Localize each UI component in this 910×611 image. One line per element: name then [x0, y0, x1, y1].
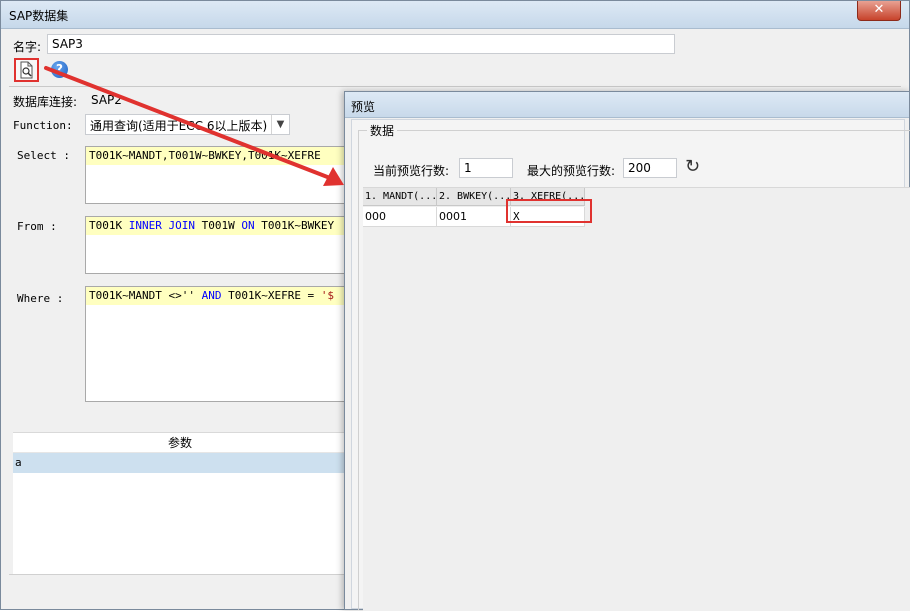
- function-label: Function:: [13, 119, 73, 132]
- db-connection-label: 数据库连接:: [13, 95, 78, 109]
- column-header-mandt[interactable]: 1. MANDT(...: [363, 188, 437, 206]
- preview-content: 数据 当前预览行数: 1 最大的预览行数: 200 ↻ 1. MANDT(...…: [351, 119, 910, 611]
- preview-title-bar: 预览: [345, 92, 909, 118]
- window-title: SAP数据集: [9, 9, 69, 23]
- parameters-table: 参数 a: [13, 432, 347, 574]
- select-editor[interactable]: T001K~MANDT,T001W~BWKEY,T001K~XEFRE: [85, 146, 347, 204]
- preview-title: 预览: [351, 100, 376, 114]
- cell-mandt[interactable]: 000: [363, 207, 437, 227]
- cell-bwkey[interactable]: 0001: [437, 207, 511, 227]
- preview-dialog: 预览 数据 当前预览行数: 1 最大的预览行数: 200 ↻ 1. MANDT(…: [344, 91, 910, 611]
- data-group: 数据 当前预览行数: 1 最大的预览行数: 200 ↻ 1. MANDT(...…: [358, 122, 910, 611]
- max-rows-input[interactable]: 200: [623, 158, 677, 178]
- from-label: From :: [17, 220, 57, 233]
- where-label: Where :: [17, 292, 64, 305]
- chevron-down-icon[interactable]: ▼: [271, 115, 289, 134]
- where-editor[interactable]: T001K~MANDT <>'' AND T001K~XEFRE = '$: [85, 286, 347, 402]
- close-button[interactable]: ✕: [857, 1, 901, 21]
- from-editor[interactable]: T001K INNER JOIN T001W ON T001K~BWKEY: [85, 216, 347, 274]
- preview-icon: [20, 61, 33, 79]
- parameters-header: 参数: [13, 433, 347, 453]
- refresh-icon[interactable]: ↻: [685, 156, 700, 177]
- current-rows-label: 当前预览行数:: [373, 164, 450, 178]
- name-input[interactable]: SAP3: [47, 34, 675, 54]
- preview-grid: 1. MANDT(... 2. BWKEY(... 3. XEFRE(... 0…: [363, 187, 910, 611]
- preview-button[interactable]: [14, 58, 39, 82]
- function-selected-value: 通用查询(适用于ECC 6以上版本): [90, 119, 268, 133]
- column-header-bwkey[interactable]: 2. BWKEY(...: [437, 188, 511, 206]
- from-sql-line: T001K INNER JOIN T001W ON T001K~BWKEY: [86, 217, 346, 235]
- highlight-box-annotation: [506, 199, 592, 223]
- table-row[interactable]: a: [13, 453, 347, 473]
- name-label: 名字:: [13, 40, 42, 54]
- where-sql-line: T001K~MANDT <>'' AND T001K~XEFRE = '$: [86, 287, 346, 305]
- function-select[interactable]: 通用查询(适用于ECC 6以上版本) ▼: [85, 114, 290, 135]
- bottom-divider: [9, 574, 345, 575]
- data-group-label: 数据: [367, 122, 398, 139]
- toolbar-divider: [9, 86, 901, 87]
- select-sql-line: T001K~MANDT,T001W~BWKEY,T001K~XEFRE: [86, 147, 346, 165]
- current-rows-input[interactable]: 1: [459, 158, 513, 178]
- db-connection-value[interactable]: SAP2: [91, 93, 122, 107]
- close-icon: ✕: [873, 2, 885, 17]
- title-bar: SAP数据集 ✕: [1, 1, 909, 29]
- max-rows-label: 最大的预览行数:: [527, 164, 616, 178]
- help-icon[interactable]: ?: [51, 61, 68, 78]
- select-label: Select :: [17, 149, 70, 162]
